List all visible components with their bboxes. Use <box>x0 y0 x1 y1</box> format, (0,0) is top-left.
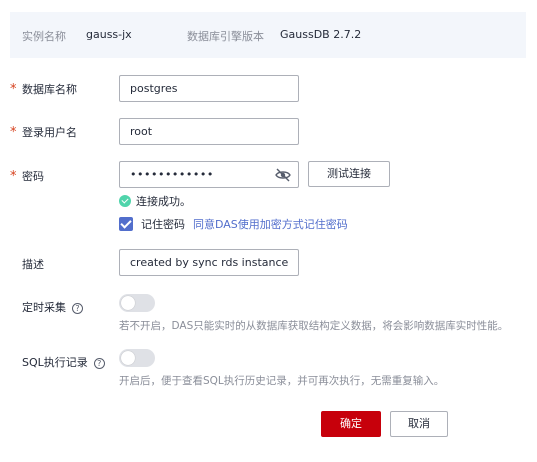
required-mark: * <box>10 125 17 140</box>
remember-password-label: 记住密码 <box>141 218 185 231</box>
password-value: •••••••••••• <box>130 168 214 181</box>
sql-record-toggle[interactable] <box>119 349 155 367</box>
connection-status: 连接成功。 <box>119 193 191 209</box>
sql-record-label: SQL执行记录? <box>22 354 105 370</box>
scheduled-collect-toggle[interactable] <box>119 294 155 312</box>
instance-name-label: 实例名称 <box>22 30 66 43</box>
test-connection-button[interactable]: 测试连接 <box>308 161 390 187</box>
check-circle-icon <box>119 195 131 207</box>
password-field[interactable]: •••••••••••• <box>119 161 299 188</box>
instance-info-bar: 实例名称 gauss-jx 数据库引擎版本 GaussDB 2.7.2 <box>10 12 526 58</box>
engine-version-value: GaussDB 2.7.2 <box>280 28 362 41</box>
required-mark: * <box>10 169 17 184</box>
sql-record-hint: 开启后，便于查看SQL执行历史记录，并可再次执行，无需重复输入。 <box>119 375 445 387</box>
username-label: 登录用户名 <box>22 126 77 139</box>
description-input[interactable]: created by sync rds instance <box>119 249 299 276</box>
instance-name-value: gauss-jx <box>86 28 132 41</box>
scheduled-collect-label: 定时采集? <box>22 299 83 315</box>
remember-password-row: 记住密码 同意DAS使用加密方式记住密码 <box>119 216 348 232</box>
required-mark: * <box>10 82 17 97</box>
db-name-label: 数据库名称 <box>22 83 77 96</box>
ok-button[interactable]: 确定 <box>321 411 381 437</box>
remember-password-checkbox[interactable] <box>119 217 133 231</box>
eye-off-icon[interactable] <box>275 168 291 182</box>
toggle-knob <box>121 296 135 310</box>
connection-status-text: 连接成功。 <box>136 195 191 208</box>
sql-record-text: SQL执行记录 <box>22 356 88 369</box>
engine-version-label: 数据库引擎版本 <box>187 30 264 43</box>
password-label: 密码 <box>22 170 44 183</box>
username-input[interactable]: root <box>119 118 299 145</box>
scheduled-collect-text: 定时采集 <box>22 301 66 314</box>
description-label: 描述 <box>22 258 44 271</box>
db-name-input[interactable]: postgres <box>119 75 299 102</box>
toggle-knob <box>121 351 135 365</box>
scheduled-collect-hint: 若不开启，DAS只能实时的从数据库获取结构定义数据，将会影响数据库实时性能。 <box>119 320 509 332</box>
help-icon[interactable]: ? <box>72 302 83 314</box>
help-icon[interactable]: ? <box>93 357 105 369</box>
cancel-button[interactable]: 取消 <box>390 411 448 437</box>
encrypt-consent-link[interactable]: 同意DAS使用加密方式记住密码 <box>193 216 348 232</box>
